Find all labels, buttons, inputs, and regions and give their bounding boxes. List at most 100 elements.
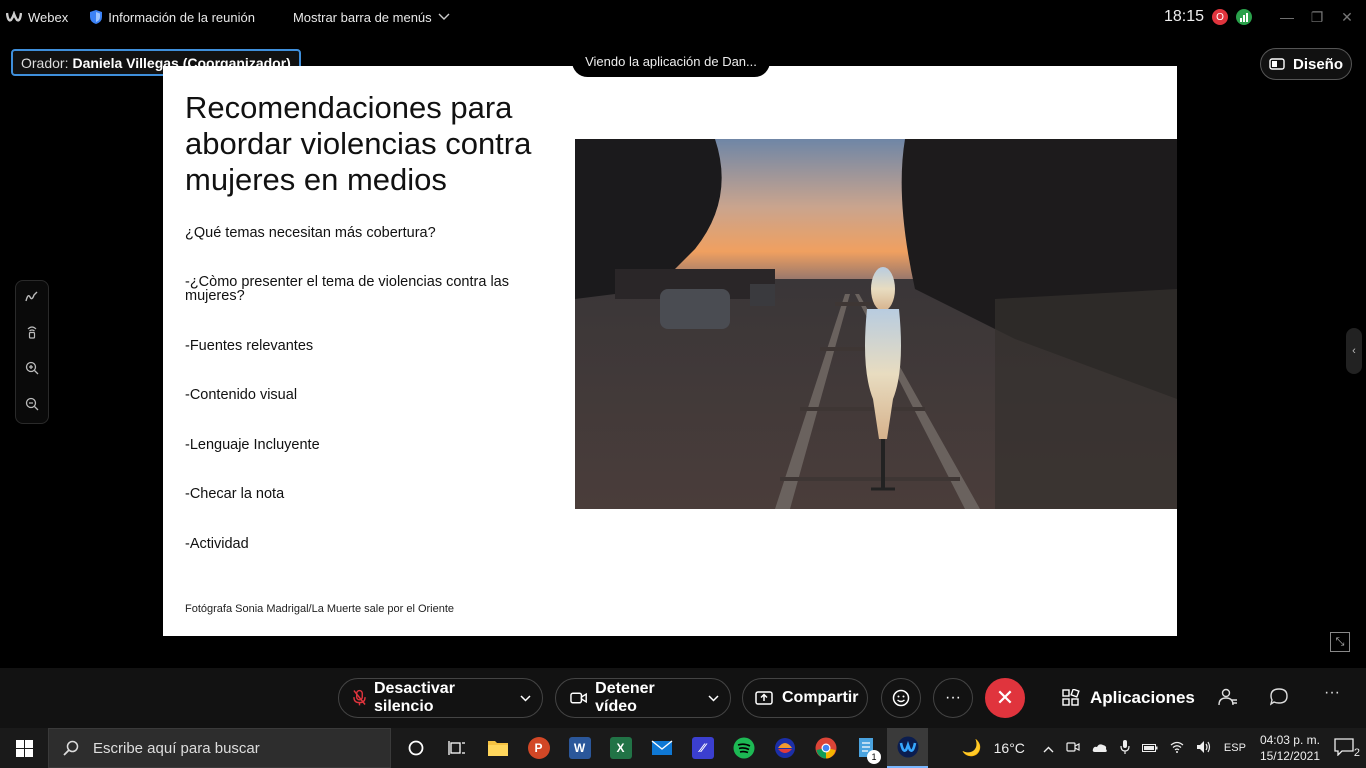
slide-bullet: -Checar la nota bbox=[185, 486, 285, 502]
annotation-toolbar bbox=[15, 280, 49, 424]
meeting-info-button[interactable]: Información de la reunión bbox=[90, 10, 255, 25]
more-options-button[interactable]: ··· bbox=[933, 678, 973, 718]
notification-count: 2 bbox=[1353, 746, 1360, 759]
mute-button-group: Desactivar silencio bbox=[338, 678, 543, 718]
minimize-button[interactable]: — bbox=[1272, 0, 1302, 34]
wifi-icon[interactable] bbox=[1170, 741, 1184, 756]
remote-control-icon[interactable] bbox=[26, 325, 38, 342]
stop-video-label: Detener vídeo bbox=[595, 680, 655, 715]
show-hidden-icons-chevron-icon[interactable] bbox=[1043, 741, 1054, 756]
excel-icon[interactable]: X bbox=[600, 728, 641, 768]
show-menu-bar-button[interactable]: Mostrar barra de menús bbox=[293, 10, 450, 25]
apps-button[interactable]: Aplicaciones bbox=[1062, 678, 1195, 718]
meet-now-icon[interactable] bbox=[1066, 740, 1080, 757]
weather-temperature[interactable]: 16°C bbox=[994, 740, 1025, 756]
viewing-application-label: Viendo la aplicación de Dan... bbox=[572, 46, 770, 77]
app-name: Webex bbox=[28, 9, 69, 25]
photo-credit: Fotógrafa Sonia Madrigal/La Muerte sale … bbox=[185, 603, 455, 615]
chat-icon[interactable] bbox=[1269, 688, 1288, 711]
windows-taskbar: Escribe aquí para buscar P W X ⁄⁄ 1 🌙 16… bbox=[0, 728, 1366, 768]
taskbar-time: 04:03 p. m. bbox=[1259, 733, 1320, 747]
share-screen-icon bbox=[755, 691, 773, 705]
azure-app-icon[interactable]: ⁄⁄ bbox=[682, 728, 723, 768]
audio-options-chevron-icon[interactable] bbox=[508, 694, 542, 702]
restore-button[interactable]: ❐ bbox=[1302, 0, 1332, 34]
notifications-icon[interactable]: 2 bbox=[1334, 737, 1360, 759]
presenter-prefix: Orador: bbox=[21, 54, 69, 71]
meeting-controls: Desactivar silencio Detener vídeo Compar… bbox=[0, 668, 1366, 728]
window-count-badge: 1 bbox=[867, 750, 881, 764]
video-button-group: Detener vídeo bbox=[555, 678, 731, 718]
search-placeholder: Escribe aquí para buscar bbox=[93, 739, 260, 757]
close-icon: ✕ bbox=[995, 685, 1015, 710]
microphone-icon[interactable] bbox=[1120, 739, 1130, 757]
pen-annotate-icon[interactable] bbox=[25, 291, 39, 306]
chevron-down-icon bbox=[438, 13, 450, 20]
apps-label: Aplicaciones bbox=[1090, 688, 1195, 707]
powerpoint-icon[interactable]: P bbox=[518, 728, 559, 768]
chrome-icon[interactable] bbox=[805, 728, 846, 768]
taskbar-search-box[interactable]: Escribe aquí para buscar bbox=[48, 728, 391, 768]
recording-badge[interactable]: O bbox=[1212, 9, 1228, 25]
share-button[interactable]: Compartir bbox=[742, 678, 868, 718]
slide-bullet: -Actividad bbox=[185, 536, 249, 552]
volume-icon[interactable] bbox=[1196, 740, 1212, 757]
zoom-out-icon[interactable] bbox=[25, 397, 39, 414]
webex-logo-icon bbox=[6, 11, 22, 22]
unmute-button[interactable]: Desactivar silencio bbox=[339, 680, 508, 716]
leave-meeting-button[interactable]: ✕ bbox=[985, 678, 1025, 718]
windows-logo-icon bbox=[15, 739, 33, 757]
webex-app-menu[interactable]: Webex bbox=[6, 10, 68, 25]
network-health-icon[interactable] bbox=[1236, 9, 1252, 25]
spotify-icon[interactable] bbox=[723, 728, 764, 768]
reactions-button[interactable] bbox=[881, 678, 921, 718]
taskbar-date: 15/12/2021 bbox=[1259, 749, 1320, 763]
participants-icon[interactable] bbox=[1218, 688, 1238, 711]
slide-photo bbox=[575, 139, 1177, 509]
apps-grid-icon bbox=[1062, 689, 1080, 706]
system-tray: 🌙 16°C ESP 04:03 p. m. 15/12/2021 2 bbox=[956, 728, 1366, 768]
taskbar-clock[interactable]: 04:03 p. m. 15/12/2021 bbox=[1260, 732, 1320, 764]
layout-label: Diseño bbox=[1292, 55, 1343, 73]
more-horizontal-icon: ··· bbox=[945, 689, 961, 706]
slide-bullet: -¿Còmo presenter el tema de violencias c… bbox=[185, 274, 509, 304]
slide-title: Recomendaciones para abordar violencias … bbox=[185, 90, 532, 197]
meeting-clock: 18:15 bbox=[1163, 8, 1204, 25]
title-bar: Webex Información de la reunión Mostrar … bbox=[0, 0, 1366, 34]
shared-slide: Recomendaciones para abordar violencias … bbox=[163, 66, 1177, 636]
zoom-in-icon[interactable] bbox=[25, 361, 39, 378]
video-camera-icon bbox=[570, 692, 587, 704]
cortana-icon[interactable] bbox=[395, 728, 436, 768]
menu-bar-label: Mostrar barra de menús bbox=[292, 9, 432, 25]
stop-video-button[interactable]: Detener vídeo bbox=[556, 680, 696, 716]
video-options-chevron-icon[interactable] bbox=[696, 694, 730, 702]
meeting-info-label: Información de la reunión bbox=[108, 9, 255, 25]
layout-button[interactable]: Diseño bbox=[1260, 48, 1352, 80]
battery-icon[interactable] bbox=[1141, 741, 1158, 756]
unmute-label: Desactivar silencio bbox=[373, 680, 455, 715]
file-explorer-icon[interactable] bbox=[477, 728, 518, 768]
mic-muted-icon bbox=[353, 689, 366, 706]
mail-icon[interactable] bbox=[641, 728, 682, 768]
input-language[interactable]: ESP bbox=[1224, 742, 1246, 754]
search-icon bbox=[63, 740, 79, 756]
side-panel-toggle[interactable]: ‹ bbox=[1346, 328, 1362, 374]
slide-bullet: -Lenguaje Incluyente bbox=[185, 437, 320, 453]
start-button[interactable] bbox=[0, 728, 48, 768]
weather-moon-icon[interactable]: 🌙 bbox=[962, 738, 982, 758]
close-window-button[interactable]: ✕ bbox=[1332, 0, 1362, 34]
slide-bullet: -Fuentes relevantes bbox=[185, 338, 314, 354]
layout-icon bbox=[1269, 58, 1285, 70]
slide-bullet: -Contenido visual bbox=[185, 387, 298, 403]
shield-icon bbox=[90, 10, 103, 24]
slide-bullet: ¿Qué temas necesitan más cobertura? bbox=[185, 225, 436, 241]
onedrive-cloud-icon[interactable] bbox=[1092, 741, 1108, 756]
webex-taskbar-icon[interactable] bbox=[887, 728, 928, 768]
expand-icon[interactable]: ⤡ bbox=[1330, 632, 1350, 652]
word-icon[interactable]: W bbox=[559, 728, 600, 768]
share-label: Compartir bbox=[782, 689, 859, 706]
vpn-app-icon[interactable] bbox=[764, 728, 805, 768]
task-view-icon[interactable] bbox=[436, 728, 477, 768]
more-panels-icon[interactable]: ··· bbox=[1324, 684, 1340, 702]
notepad-icon[interactable]: 1 bbox=[846, 728, 887, 768]
